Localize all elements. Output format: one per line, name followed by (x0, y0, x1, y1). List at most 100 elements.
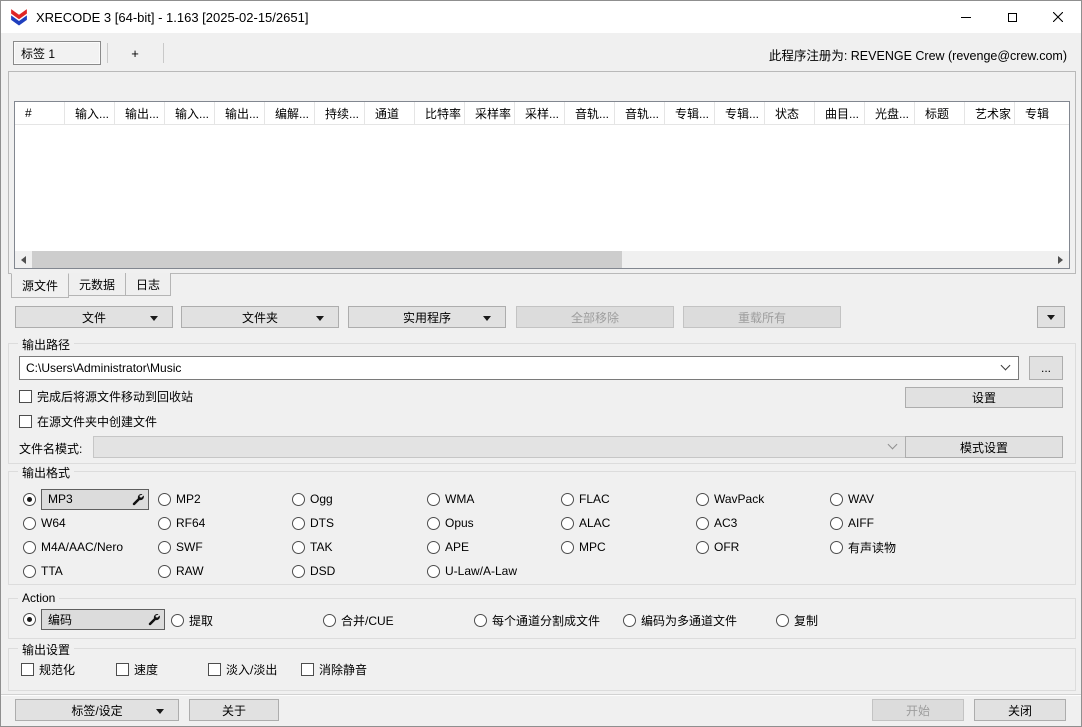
browse-button[interactable]: ... (1029, 356, 1063, 380)
file-dropdown-button[interactable]: 文件 (15, 306, 173, 328)
format-option-ofr[interactable]: OFR (696, 540, 830, 554)
column-header[interactable]: 采样率 (465, 102, 515, 124)
folder-dropdown-button[interactable]: 文件夹 (181, 306, 339, 328)
format-option-aiff[interactable]: AIFF (830, 516, 896, 530)
output-path-combobox[interactable]: C:\Users\Administrator\Music (19, 356, 1019, 380)
format-label: WMA (445, 492, 475, 506)
maximize-button[interactable] (989, 1, 1035, 33)
horizontal-scrollbar[interactable] (15, 251, 1069, 268)
column-header[interactable]: 输出... (215, 102, 265, 124)
scrollbar-thumb[interactable] (32, 251, 622, 268)
action-label: 每个通道分割成文件 (492, 614, 601, 628)
tags-settings-dropdown-button[interactable]: 标签/设定 (15, 699, 179, 721)
normalize-checkbox[interactable]: 规范化 (21, 662, 75, 677)
tab-log[interactable]: 日志 (125, 273, 172, 296)
selected-action-box[interactable]: 编码 (41, 609, 165, 630)
action-option-copy[interactable]: 复制 (776, 612, 818, 629)
speed-checkbox[interactable]: 速度 (116, 662, 158, 677)
scroll-left-button[interactable] (15, 251, 32, 268)
column-header[interactable]: # (15, 102, 65, 124)
format-option-wma[interactable]: WMA (427, 492, 561, 506)
close-window-button[interactable] (1035, 1, 1081, 33)
action-option-merge-cue[interactable]: 合并/CUE (323, 612, 394, 629)
column-header[interactable]: 比特率 (415, 102, 465, 124)
toolbar-dropdown-button[interactable] (1037, 306, 1065, 328)
minimize-button[interactable] (943, 1, 989, 33)
output-path-value: C:\Users\Administrator\Music (26, 361, 182, 375)
radio-icon (696, 516, 709, 530)
column-header[interactable]: 输入... (165, 102, 215, 124)
column-header[interactable]: 光盘... (865, 102, 915, 124)
format-option-flac[interactable]: FLAC (561, 492, 696, 506)
action-option-encode-multichannel[interactable]: 编码为多通道文件 (623, 612, 737, 629)
format-option-opus[interactable]: Opus (427, 516, 561, 530)
format-option-dts[interactable]: DTS (292, 516, 427, 530)
add-tab-button[interactable]: + (108, 41, 162, 65)
column-header[interactable]: 曲目... (815, 102, 865, 124)
fade-checkbox[interactable]: 淡入/淡出 (208, 662, 277, 677)
chevron-down-icon (1000, 360, 1011, 371)
settings-label: 设置 (971, 391, 996, 405)
scroll-right-button[interactable] (1052, 251, 1069, 268)
format-option-rf64[interactable]: RF64 (158, 516, 292, 530)
format-option-mpc[interactable]: MPC (561, 540, 696, 554)
column-header[interactable]: 专辑 (1015, 102, 1065, 124)
column-header[interactable]: 持续... (315, 102, 365, 124)
column-header[interactable]: 音轨... (615, 102, 665, 124)
move-to-recycle-checkbox[interactable]: 完成后将源文件移动到回收站 (19, 389, 193, 404)
column-header[interactable]: 专辑... (715, 102, 765, 124)
tab-label-1[interactable]: 标签 1 (13, 41, 101, 65)
action-option-split-channels[interactable]: 每个通道分割成文件 (474, 612, 600, 629)
format-option-swf[interactable]: SWF (158, 540, 292, 554)
remove-all-label: 全部移除 (570, 310, 619, 325)
format-option-tta[interactable]: TTA (23, 564, 158, 578)
action-option-encode[interactable]: 编码 (23, 609, 165, 630)
column-header[interactable]: 标题 (915, 102, 965, 124)
tab-source-files[interactable]: 源文件 (11, 273, 70, 298)
format-option-audiobook[interactable]: 有声读物 (830, 539, 896, 556)
format-option-mp2[interactable]: MP2 (158, 492, 292, 506)
column-header[interactable]: 音轨... (565, 102, 615, 124)
format-option-ape[interactable]: APE (427, 540, 561, 554)
column-header[interactable]: 编解... (265, 102, 315, 124)
column-header[interactable]: 专辑... (665, 102, 715, 124)
column-header[interactable]: 采样... (515, 102, 565, 124)
pattern-settings-button[interactable]: 模式设置 (905, 436, 1063, 458)
column-header[interactable]: 通道 (365, 102, 415, 124)
create-in-source-checkbox[interactable]: 在源文件夹中创建文件 (19, 414, 157, 429)
format-option-ogg[interactable]: Ogg (292, 492, 427, 506)
column-header[interactable]: 输出... (115, 102, 165, 124)
radio-icon (292, 492, 305, 506)
format-option-tak[interactable]: TAK (292, 540, 427, 554)
chevron-down-icon (887, 439, 898, 450)
format-option-alac[interactable]: ALAC (561, 516, 696, 530)
wrench-icon[interactable] (131, 493, 144, 506)
format-option-w64[interactable]: W64 (23, 516, 158, 530)
tab-metadata[interactable]: 元数据 (68, 273, 127, 296)
format-option-mp3[interactable]: MP3 (23, 488, 158, 510)
format-option-wavpack[interactable]: WavPack (696, 492, 830, 506)
silence-removal-checkbox[interactable]: 消除静音 (301, 662, 367, 677)
radio-icon (427, 516, 440, 530)
format-option-u-law-a-law[interactable]: U-Law/A-Law (427, 564, 561, 578)
column-header[interactable]: 输入... (65, 102, 115, 124)
settings-button[interactable]: 设置 (905, 387, 1063, 408)
about-button[interactable]: 关于 (189, 699, 279, 721)
action-option-extract[interactable]: 提取 (171, 612, 213, 629)
close-button[interactable]: 关闭 (974, 699, 1066, 721)
format-label: APE (445, 540, 470, 554)
tags-settings-label: 标签/设定 (71, 703, 123, 718)
column-header[interactable]: 状态 (765, 102, 815, 124)
format-option-m4a-aac-nero[interactable]: M4A/AAC/Nero (23, 540, 158, 554)
format-option-ac3[interactable]: AC3 (696, 516, 830, 530)
wrench-icon[interactable] (147, 613, 160, 626)
file-list-body[interactable] (15, 125, 1069, 251)
format-label: AIFF (848, 516, 874, 530)
utilities-dropdown-button[interactable]: 实用程序 (348, 306, 506, 328)
format-option-dsd[interactable]: DSD (292, 564, 427, 578)
format-option-raw[interactable]: RAW (158, 564, 292, 578)
file-list[interactable]: # 输入... 输出... 输入... 输出... 编解... 持续... 通道… (14, 101, 1070, 269)
format-option-wav[interactable]: WAV (830, 492, 896, 506)
column-header[interactable]: 艺术家 (965, 102, 1015, 124)
selected-format-box[interactable]: MP3 (41, 488, 149, 510)
